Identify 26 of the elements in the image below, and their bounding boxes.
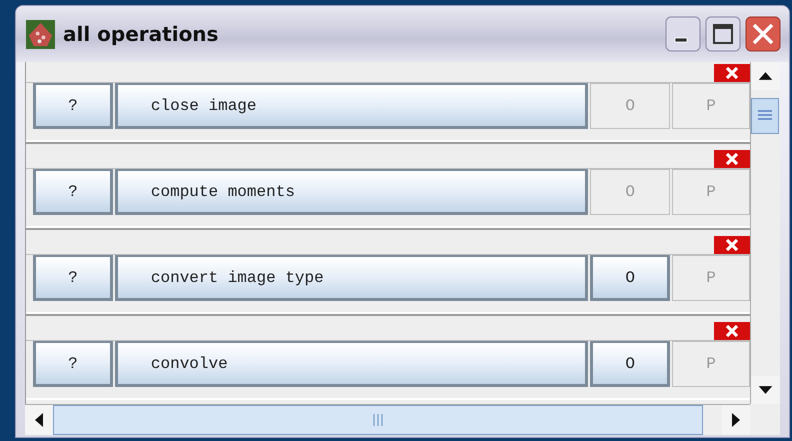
window-title: all operations	[63, 22, 218, 46]
scroll-up-icon[interactable]	[751, 62, 780, 90]
o-button[interactable]: O	[590, 255, 670, 301]
help-button[interactable]: ?	[33, 255, 113, 301]
maximize-icon[interactable]	[705, 16, 741, 52]
operation-button[interactable]: convert image type	[114, 255, 588, 301]
operation-button[interactable]: compute moments	[114, 169, 588, 215]
close-icon[interactable]	[745, 16, 781, 52]
scrollbar-corner	[750, 404, 780, 435]
remove-icon[interactable]	[714, 236, 750, 254]
help-button[interactable]: ?	[33, 341, 113, 387]
vertical-scrollbar[interactable]	[750, 62, 780, 404]
remove-icon[interactable]	[714, 150, 750, 168]
scroll-down-icon[interactable]	[751, 376, 780, 404]
remove-icon[interactable]	[714, 64, 750, 82]
help-button[interactable]: ?	[33, 169, 113, 215]
minimize-icon[interactable]	[665, 16, 701, 52]
scroll-thumb[interactable]	[751, 98, 779, 134]
help-button[interactable]: ?	[33, 83, 113, 129]
remove-icon[interactable]	[714, 322, 750, 340]
operation-button[interactable]: close image	[114, 83, 588, 129]
scroll-right-icon[interactable]	[722, 405, 750, 435]
operation-button[interactable]: convolve	[114, 341, 588, 387]
app-icon	[26, 20, 55, 48]
o-button[interactable]: O	[590, 341, 670, 387]
scroll-left-icon[interactable]	[25, 405, 53, 435]
